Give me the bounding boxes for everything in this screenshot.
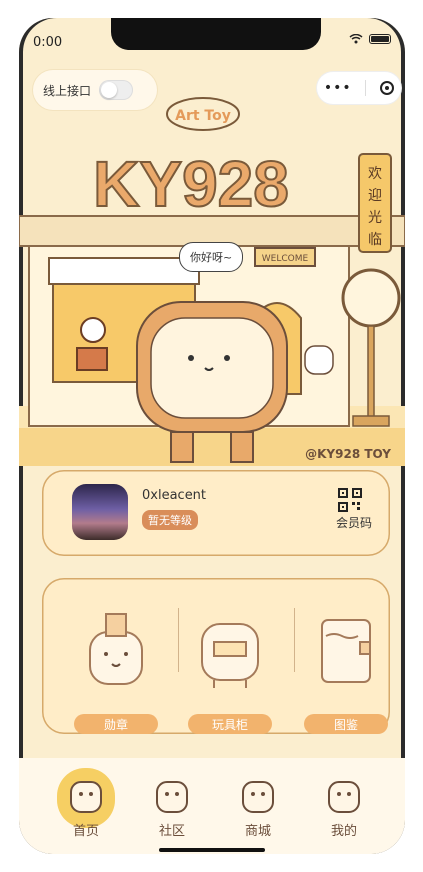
community-tab-icon — [156, 781, 188, 813]
status-icons — [349, 34, 391, 44]
medal-bread-icon — [89, 613, 143, 685]
home-tab-icon — [70, 781, 102, 813]
home-indicator — [159, 848, 265, 852]
feature-label: 玩具柜 — [188, 714, 272, 734]
phone-frame: 0:00 线上接口 ••• WELCOME 欢 迎 光 临 KY928 Art … — [19, 18, 405, 854]
tab-home[interactable]: 首页 — [51, 768, 121, 839]
watermark: @KY928 TOY — [305, 447, 391, 461]
profile-card[interactable]: 0xleacent 暂无等级 会员码 — [42, 470, 390, 556]
tab-label: 社区 — [158, 824, 185, 839]
avatar[interactable] — [72, 484, 128, 540]
tab-label: 我的 — [330, 824, 357, 839]
mall-tab-icon — [242, 781, 274, 813]
vertical-sign-char-3: 光 — [368, 210, 382, 226]
feature-illustrated-guide[interactable]: 图鉴 — [296, 608, 396, 734]
status-bar: 0:00 — [19, 18, 405, 66]
features-card: 勋章 玩具柜 图鉴 — [42, 578, 390, 734]
tab-profile[interactable]: 我的 — [309, 768, 379, 839]
vertical-sign-char-4: 临 — [368, 232, 382, 248]
tab-community[interactable]: 社区 — [137, 768, 207, 839]
feature-divider — [294, 608, 295, 672]
feature-medals[interactable]: 勋章 — [66, 608, 166, 734]
art-toy-badge: Art Toy — [175, 108, 231, 124]
welcome-sign-text: WELCOME — [262, 254, 309, 264]
qr-label[interactable]: 会员码 — [336, 514, 372, 531]
guide-book-icon — [321, 619, 371, 683]
battery-icon — [369, 34, 391, 44]
feature-toy-cabinet[interactable]: 玩具柜 — [180, 608, 280, 734]
tab-label: 商城 — [244, 824, 271, 839]
bottom-nav: 首页 社区 商城 我的 — [19, 758, 405, 854]
speech-bubble: 你好呀~ — [179, 242, 244, 272]
feature-label: 勋章 — [74, 714, 158, 734]
qr-code-icon[interactable] — [338, 488, 362, 512]
wifi-icon — [349, 34, 363, 44]
feature-label: 图鉴 — [304, 714, 388, 734]
status-time: 0:00 — [33, 35, 63, 50]
username: 0xleacent — [142, 488, 207, 503]
feature-divider — [178, 608, 179, 672]
tab-mall[interactable]: 商城 — [223, 768, 293, 839]
profile-tab-icon — [328, 781, 360, 813]
vertical-sign-char-1: 欢 — [368, 166, 382, 182]
level-badge: 暂无等级 — [142, 510, 198, 530]
vertical-sign-char-2: 迎 — [368, 188, 382, 204]
notch — [111, 18, 321, 50]
toy-cabinet-icon — [201, 623, 259, 688]
tab-label: 首页 — [72, 824, 99, 839]
brand-title: KY928 — [93, 148, 289, 220]
